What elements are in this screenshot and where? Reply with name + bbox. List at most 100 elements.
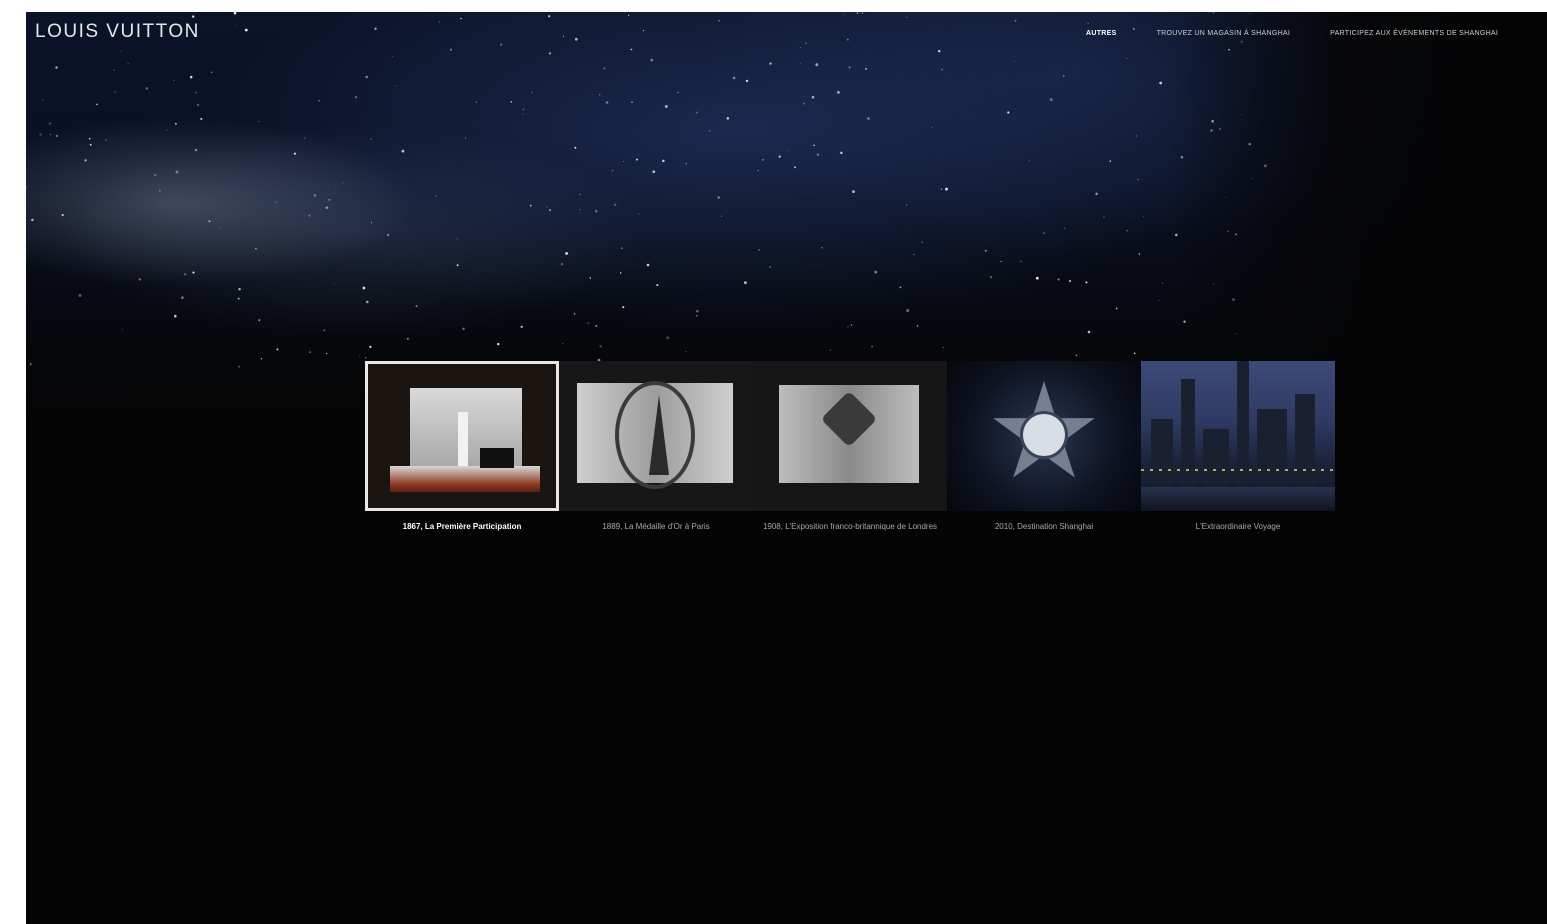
star-dot <box>599 94 601 96</box>
star-dot <box>871 346 873 348</box>
star-dot <box>510 101 512 103</box>
star-dot <box>84 159 87 162</box>
star-dot <box>293 152 297 155</box>
star-dot <box>685 163 687 165</box>
star-dot <box>208 220 211 223</box>
star-dot <box>685 351 687 352</box>
star-dot <box>579 193 581 195</box>
star-medallion-image[interactable] <box>947 361 1141 511</box>
star-dot <box>1228 48 1231 51</box>
star-dot <box>462 327 465 331</box>
star-dot <box>945 187 948 191</box>
star-dot <box>829 349 831 351</box>
city-night-image[interactable] <box>1141 361 1335 511</box>
star-dot <box>696 309 699 313</box>
popup-book-eiffel-image[interactable] <box>559 361 753 511</box>
star-dot <box>1240 40 1243 44</box>
gallery-caption[interactable]: L'Extraordinaire Voyage <box>1141 521 1335 533</box>
star-dot <box>500 43 503 46</box>
star-dot <box>166 129 168 131</box>
star-dot <box>579 209 581 211</box>
star-dot <box>646 263 650 267</box>
gallery-item-1889[interactable]: 1889, La Médaille d'Or à Paris <box>559 361 753 533</box>
star-dot <box>642 29 645 32</box>
star-dot <box>522 113 524 115</box>
star-dot <box>732 76 736 80</box>
star-dot <box>1235 233 1237 236</box>
star-dot <box>276 348 279 351</box>
star-dot <box>628 14 630 16</box>
star-dot <box>913 254 915 256</box>
star-dot <box>921 241 923 243</box>
star-dot <box>96 103 98 106</box>
star-dot <box>562 342 564 344</box>
star-dot <box>650 58 654 62</box>
star-dot <box>61 213 64 217</box>
gallery-caption[interactable]: 2010, Destination Shanghai <box>947 521 1141 533</box>
nav-item-autres[interactable]: AUTRES <box>1086 30 1117 37</box>
star-dot <box>1115 307 1118 310</box>
star-dot <box>562 35 564 37</box>
star-dot <box>120 50 122 53</box>
gallery-item-1908[interactable]: 1908, L'Exposition franco-britannique de… <box>753 361 947 533</box>
star-dot <box>529 204 532 207</box>
star-dot <box>720 215 723 217</box>
gallery-item-voyage[interactable]: L'Extraordinaire Voyage <box>1141 361 1335 533</box>
star-dot <box>31 218 34 222</box>
star-dot <box>522 108 525 111</box>
star-dot <box>599 345 602 348</box>
star-dot <box>1095 192 1098 196</box>
star-dot <box>1049 98 1053 102</box>
star-dot <box>726 117 730 120</box>
gallery-item-1867[interactable]: 1867, La Première Participation <box>365 361 559 533</box>
star-dot <box>362 286 366 290</box>
star-dot <box>335 185 337 187</box>
star-dot <box>358 355 360 357</box>
star-dot <box>666 336 670 340</box>
gallery-caption[interactable]: 1908, L'Exposition franco-britannique de… <box>753 521 947 533</box>
star-dot <box>195 91 197 94</box>
star-dot <box>803 102 805 105</box>
popup-book-heart-image[interactable] <box>753 361 947 511</box>
star-dot <box>438 21 440 23</box>
gallery-caption[interactable]: 1867, La Première Participation <box>365 521 559 533</box>
nav-item-events[interactable]: PARTICIPEZ AUX ÉVÉNEMENTS DE SHANGHAI <box>1330 30 1498 37</box>
star-dot <box>342 182 344 184</box>
star-dot <box>1063 75 1065 77</box>
nav-item-find-store[interactable]: TROUVEZ UN MAGASIN À SHANGHAI <box>1157 30 1291 37</box>
star-dot <box>1211 119 1214 123</box>
gallery-caption[interactable]: 1889, La Médaille d'Or à Paris <box>559 521 753 533</box>
star-dot <box>546 206 548 208</box>
exhibition-box-image[interactable] <box>365 361 559 511</box>
star-dot <box>1126 57 1128 60</box>
star-dot <box>589 277 592 279</box>
star-dot <box>1135 135 1138 137</box>
star-dot <box>49 133 52 135</box>
brand-logo[interactable]: LOUIS VUITTON <box>35 21 200 43</box>
star-dot <box>175 122 177 125</box>
star-dot <box>1138 253 1141 255</box>
star-dot <box>435 195 437 197</box>
star-dot <box>805 42 807 44</box>
star-dot <box>611 169 614 172</box>
star-dot <box>374 27 377 30</box>
gallery-item-2010[interactable]: 2010, Destination Shanghai <box>947 361 1141 533</box>
star-dot <box>369 345 372 348</box>
star-dot <box>937 49 941 53</box>
star-dot <box>1183 320 1186 323</box>
star-dot <box>88 137 91 140</box>
star-dot <box>757 170 759 172</box>
star-dot <box>1000 260 1002 263</box>
star-dot <box>548 15 551 18</box>
star-dot <box>181 296 184 299</box>
star-dot <box>1159 81 1163 85</box>
star-dot <box>323 329 326 332</box>
star-dot <box>1213 283 1215 285</box>
star-dot <box>1251 177 1253 179</box>
star-dot <box>233 12 237 15</box>
star-dot <box>1057 278 1060 281</box>
star-dot <box>29 363 32 366</box>
star-dot <box>899 286 902 289</box>
star-dot <box>1075 354 1078 357</box>
star-dot <box>55 66 58 69</box>
